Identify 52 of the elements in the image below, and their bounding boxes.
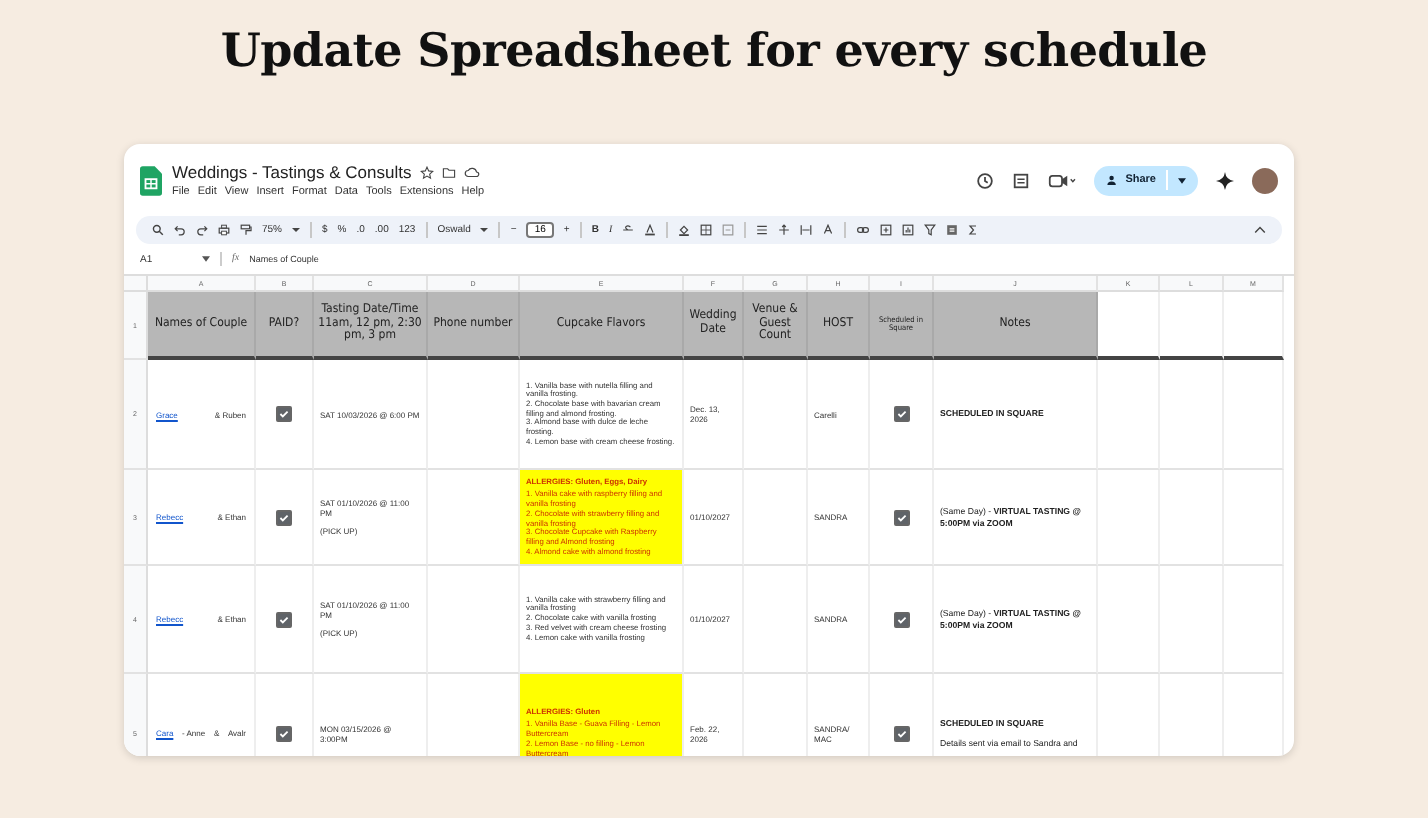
- table-cell: [1224, 292, 1284, 360]
- comment-icon[interactable]: [1011, 171, 1030, 189]
- search-icon[interactable]: [152, 224, 164, 236]
- filter-views-icon[interactable]: [946, 224, 959, 236]
- link-icon[interactable]: [856, 224, 871, 236]
- table-cell: [1160, 470, 1224, 566]
- table-cell: [1160, 566, 1224, 674]
- filter-icon[interactable]: [924, 224, 937, 236]
- undo-icon[interactable]: [174, 224, 186, 236]
- redo-icon[interactable]: [196, 224, 208, 236]
- table-cell: [1160, 292, 1224, 360]
- person-icon: [1105, 174, 1120, 186]
- table-cell: [1160, 360, 1224, 470]
- checkbox[interactable]: [276, 611, 292, 627]
- collapse-icon[interactable]: [1254, 226, 1266, 234]
- text-color-icon[interactable]: [644, 224, 657, 236]
- align-icon[interactable]: [756, 224, 769, 236]
- cloud-icon[interactable]: [463, 166, 480, 178]
- checkbox[interactable]: [893, 509, 909, 525]
- functions-button[interactable]: [968, 224, 979, 236]
- strikethrough-icon[interactable]: [622, 224, 635, 236]
- avatar[interactable]: [1252, 167, 1278, 193]
- text-rotation-icon[interactable]: [822, 224, 835, 236]
- paint-format-icon[interactable]: [240, 224, 252, 236]
- caret-icon[interactable]: [202, 256, 210, 262]
- checkbox[interactable]: [893, 725, 909, 741]
- checkbox[interactable]: [276, 406, 292, 422]
- caret-icon[interactable]: [1178, 177, 1186, 183]
- checkbox[interactable]: [893, 611, 909, 627]
- table-cell: [1224, 360, 1284, 470]
- fill-color-icon[interactable]: [678, 224, 691, 236]
- sheets-logo-icon: [140, 165, 162, 195]
- vertical-align-icon[interactable]: [778, 224, 791, 236]
- checkbox[interactable]: [893, 406, 909, 422]
- history-icon[interactable]: [975, 171, 994, 189]
- table-cell: [1224, 470, 1284, 566]
- star-icon[interactable]: [419, 165, 434, 179]
- checkbox[interactable]: [276, 725, 292, 741]
- table-cell: [1098, 292, 1160, 360]
- table-cell: [1224, 566, 1284, 674]
- insert-chart-icon[interactable]: [902, 224, 915, 236]
- video-call-icon[interactable]: [1047, 171, 1076, 189]
- checkbox[interactable]: [276, 509, 292, 525]
- insert-comment-icon[interactable]: [880, 224, 893, 236]
- folder-icon[interactable]: [441, 165, 456, 179]
- print-icon[interactable]: [218, 224, 230, 236]
- merge-cells-icon[interactable]: [722, 224, 735, 236]
- document-title[interactable]: Weddings - Tastings & Consults: [172, 162, 412, 182]
- sparkle-icon[interactable]: [1216, 171, 1234, 189]
- page-heading: Update Spreadsheet for every schedule: [220, 24, 1208, 82]
- borders-icon[interactable]: [700, 224, 713, 236]
- text-wrap-icon[interactable]: [800, 224, 813, 236]
